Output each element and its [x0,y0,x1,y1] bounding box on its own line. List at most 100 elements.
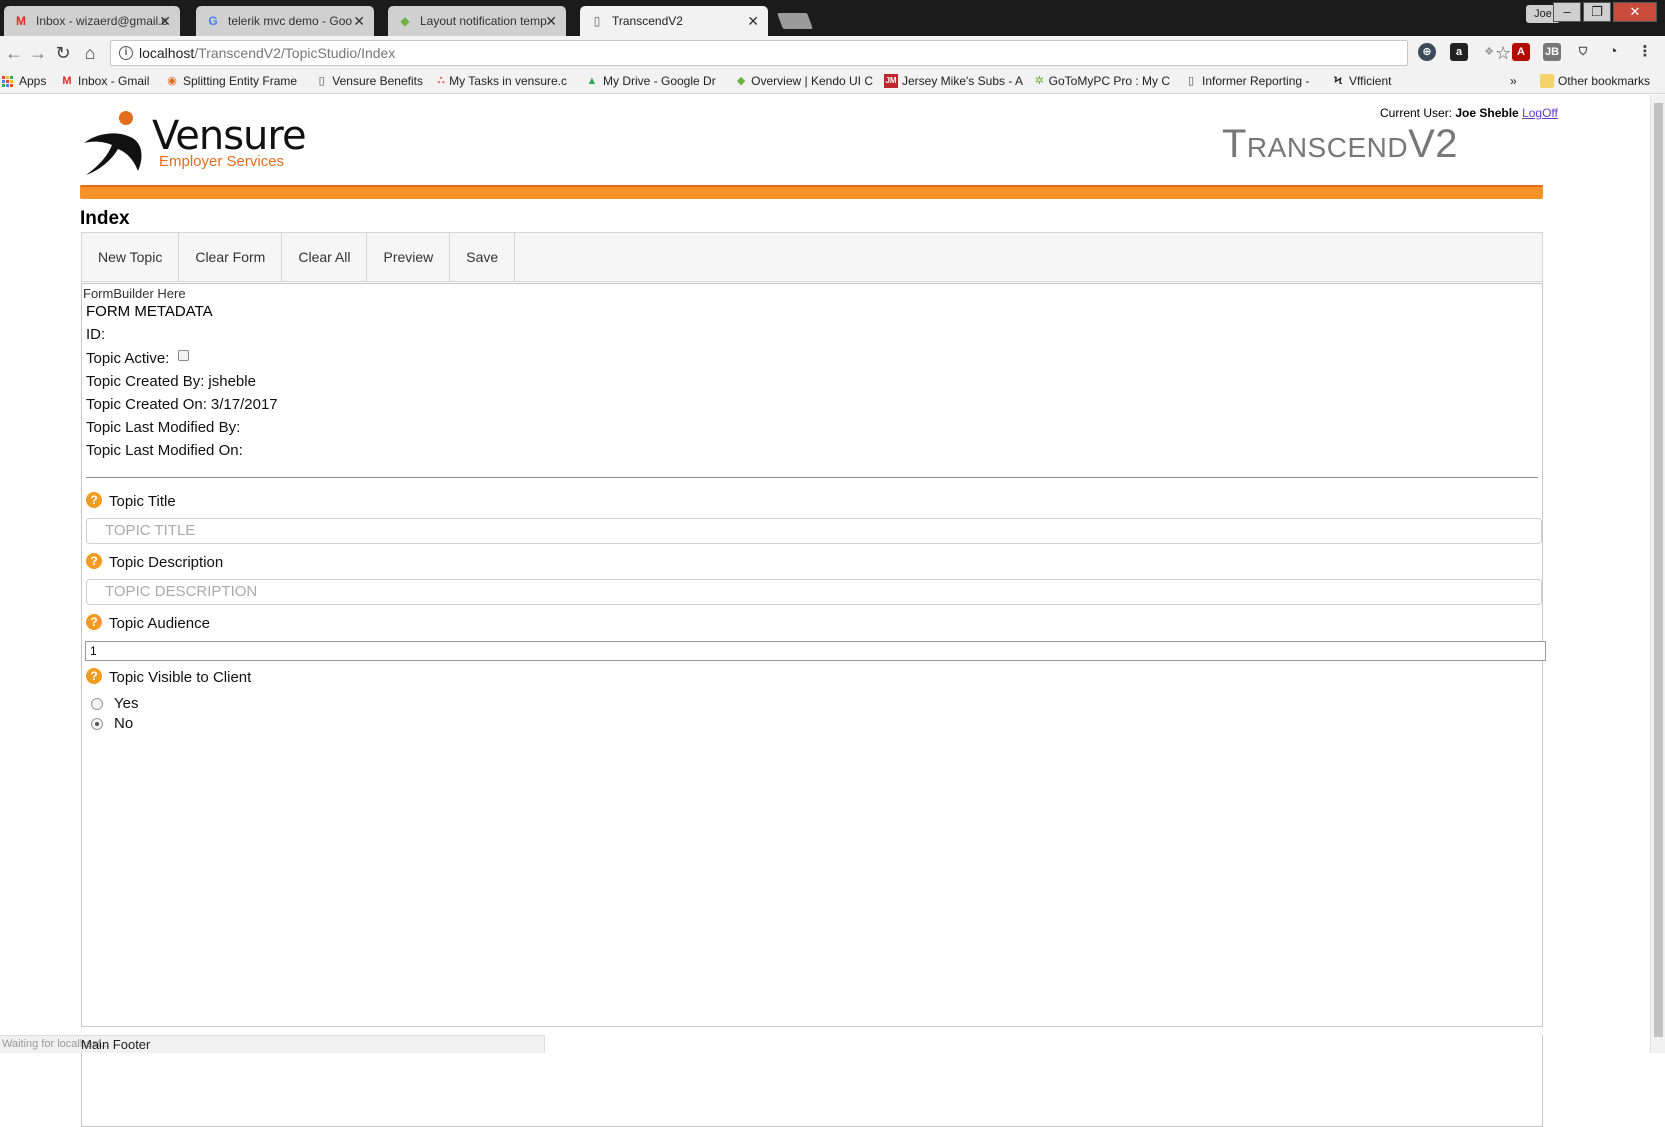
bookmark-kendo-ui[interactable]: ◆ Overview | Kendo UI C [735,74,873,88]
visible-yes-label: Yes [114,695,139,712]
current-user: Current User: Joe Sheble LogOff [1380,106,1558,120]
created-by-value: jsheble [208,373,256,390]
restore-icon[interactable]: ❐ [1583,2,1611,22]
tab-title: telerik mvc demo - Goo [228,14,353,28]
metadata-modified-by: Topic Last Modified By: [86,419,244,436]
close-icon[interactable]: ✕ [353,13,365,30]
url-host: localhost [139,45,195,61]
bookmarks-bar: Apps M Inbox - Gmail ◉ Splitting Entity … [0,70,1665,94]
close-icon[interactable]: ✕ [747,13,759,30]
extension-icon[interactable]: ⊕ [1418,43,1436,61]
close-icon[interactable]: ✕ [545,13,557,30]
kendo-icon: ◆ [736,75,746,87]
metadata-id: ID: [86,326,109,343]
clear-all-button[interactable]: Clear All [282,233,368,281]
back-icon[interactable]: ← [2,41,26,65]
tab-title: Inbox - wizaerd@gmail.c [36,14,168,28]
browser-tab-gmail[interactable]: M Inbox - wizaerd@gmail.c ✕ [4,6,180,36]
new-tab-button[interactable] [777,13,813,29]
menu-icon[interactable]: ⋮ [1636,43,1654,61]
bookmark-label: Other bookmarks [1558,74,1651,88]
visible-no-option[interactable]: No [91,715,133,732]
new-topic-button[interactable]: New Topic [82,233,180,281]
site-title: TranscendV2 [1222,122,1458,166]
browser-tab-layout[interactable]: ◆ Layout notification temp ✕ [388,6,566,36]
jerseymikes-icon: JM [884,74,898,88]
window-close-icon[interactable]: ✕ [1613,2,1657,22]
topic-audience-input[interactable]: 1 [85,641,1546,661]
help-icon[interactable]: ? [86,553,102,569]
browser-tab-transcend[interactable]: ▯ TranscendV2 ✕ [580,6,768,36]
bookmark-jersey-mikes[interactable]: JM Jersey Mike's Subs - A [884,74,1024,88]
amazon-icon[interactable]: a [1450,43,1468,61]
help-icon[interactable]: ? [86,492,102,508]
bookmarks-overflow-button[interactable]: » [1510,74,1517,88]
bookmark-label: Informer Reporting - [1202,74,1310,88]
help-icon[interactable]: ? [86,668,102,684]
clear-form-button[interactable]: Clear Form [179,233,283,281]
metadata-modified-on: Topic Last Modified On: [86,442,247,459]
topic-visible-label: ? Topic Visible to Client [86,668,251,686]
logo-swoosh-icon [84,111,142,175]
url-path: /TranscendV2/TopicStudio/Index [194,45,396,61]
jb-icon[interactable]: JB [1543,43,1561,61]
id-label: ID: [86,326,106,343]
modified-by-label: Topic Last Modified By: [86,419,241,436]
topic-audience-label-text: Topic Audience [109,615,210,632]
form-builder: FormBuilder Here FORM METADATA ID: Topic… [81,283,1546,1027]
topic-active-checkbox[interactable] [178,350,190,361]
speed-icon[interactable]: ◔ [1604,43,1622,61]
page-icon: ▯ [593,14,601,28]
info-icon[interactable]: i [119,46,133,60]
help-icon[interactable]: ? [86,614,102,630]
reload-icon[interactable]: ↻ [51,41,75,65]
visible-yes-option[interactable]: Yes [91,695,138,712]
bookmark-gotomypc[interactable]: ✲ GoToMyPC Pro : My C [1034,74,1170,88]
close-icon[interactable]: ✕ [159,13,171,30]
bookmark-vfficient[interactable]: Ϟ Vfficient [1331,74,1421,88]
preview-button[interactable]: Preview [367,233,451,281]
shield-icon[interactable]: ⛉ [1574,43,1592,61]
tab-title: Layout notification temp [420,14,547,28]
google-icon: G [208,14,218,28]
visible-yes-radio[interactable] [91,697,103,710]
active-label: Topic Active: [86,350,170,367]
tab-title: TranscendV2 [612,14,683,28]
bookmark-entity-framework[interactable]: ◉ Splitting Entity Frame [165,74,300,88]
minimize-icon[interactable]: – [1553,2,1581,22]
bookmark-apps[interactable]: Apps [2,74,46,88]
bookmark-informer[interactable]: ▯ Informer Reporting - [1184,74,1314,88]
visible-no-radio[interactable] [91,717,103,730]
topic-description-input[interactable]: TOPIC DESCRIPTION [86,579,1542,605]
page-scrollbar[interactable] [1650,95,1665,1053]
visible-no-label: No [114,715,134,732]
metadata-title: FORM METADATA [86,303,213,320]
topic-title-input[interactable]: TOPIC TITLE [86,518,1542,544]
scrollbar-thumb[interactable] [1654,103,1663,1037]
other-bookmarks[interactable]: Other bookmarks [1540,74,1650,88]
topic-description-label-text: Topic Description [109,554,224,571]
dropbox-icon[interactable]: ❖ [1480,43,1498,61]
bookmark-label: Jersey Mike's Subs - A [902,74,1023,88]
address-bar[interactable]: i localhost/TranscendV2/TopicStudio/Inde… [110,40,1511,66]
logoff-link[interactable]: LogOff [1522,106,1558,120]
forward-icon[interactable]: → [26,41,50,65]
save-button[interactable]: Save [450,233,516,281]
header-accent-bar [80,185,1543,199]
bookmark-vensure-benefits[interactable]: ▯ Vensure Benefits [315,74,423,88]
bookmark-label: Overview | Kendo UI C [751,74,873,88]
browser-tab-telerik[interactable]: G telerik mvc demo - Goo ✕ [196,6,374,36]
topic-title-label-text: Topic Title [109,493,176,510]
browser-toolbar: ← → ↻ ⌂ i localhost/TranscendV2/TopicStu… [0,36,1665,70]
kendo-icon: ◆ [400,14,410,28]
pdf-icon[interactable]: A [1512,43,1530,61]
bookmark-my-tasks[interactable]: ∴ My Tasks in vensure.c [437,74,567,88]
bookmark-gmail[interactable]: M Inbox - Gmail [60,74,152,88]
metadata-active: Topic Active: [86,350,190,367]
browser-tab-strip: M Inbox - wizaerd@gmail.c ✕ G telerik mv… [0,0,1665,36]
bookmark-label: GoToMyPC Pro : My C [1048,74,1170,88]
home-icon[interactable]: ⌂ [78,41,102,65]
bookmark-google-drive[interactable]: ▲ My Drive - Google Dr [585,74,720,88]
bookmark-label: Vensure Benefits [332,74,423,88]
created-on-label: Topic Created On: [86,396,207,413]
